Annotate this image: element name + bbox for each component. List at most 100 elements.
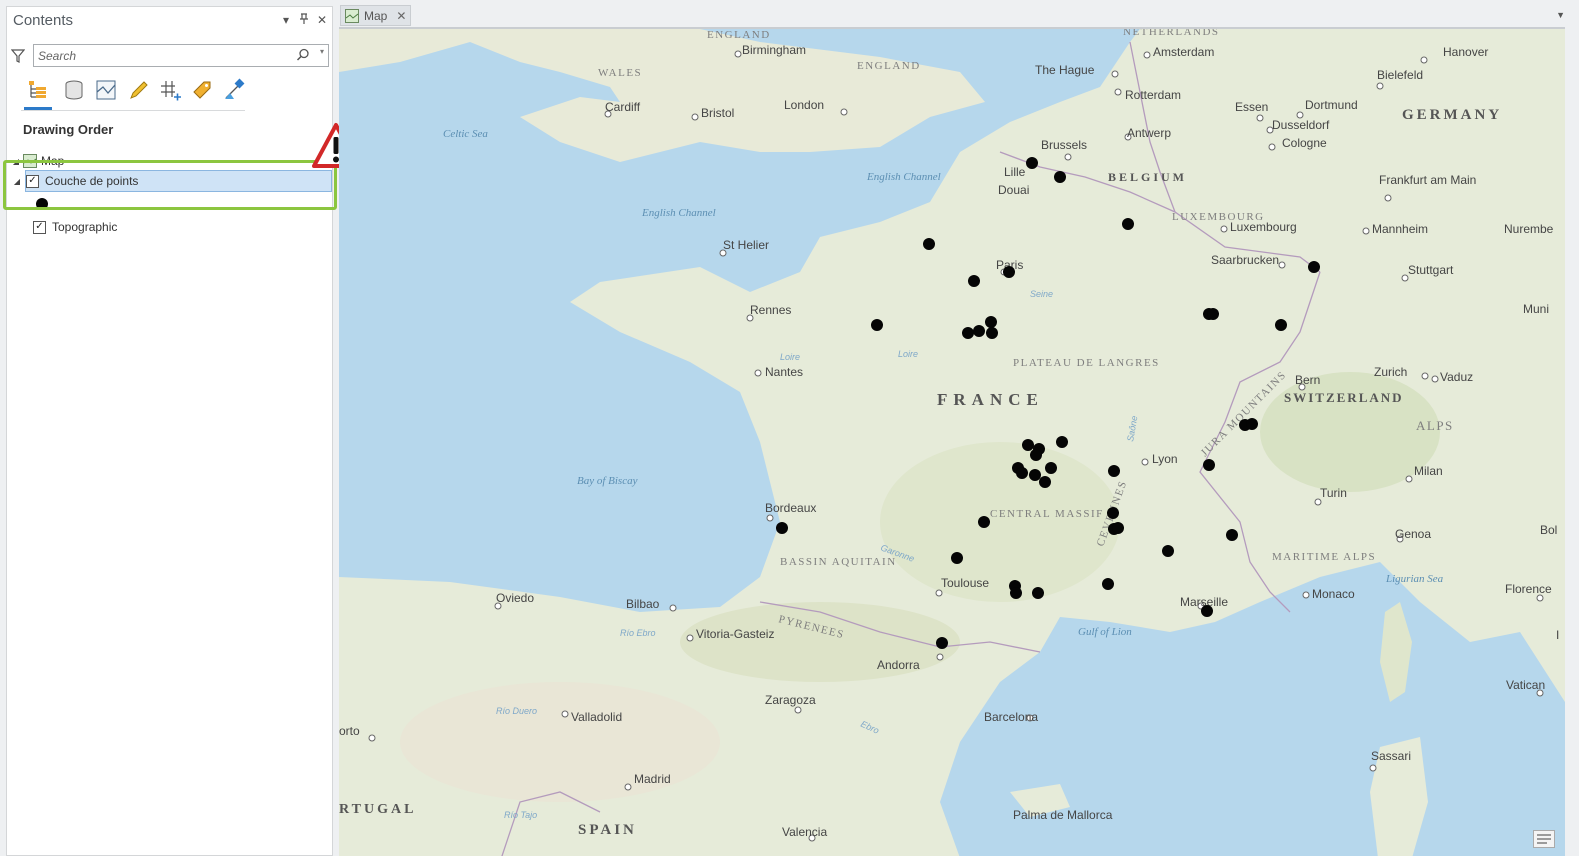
point-feature[interactable] <box>871 319 883 331</box>
map-canvas[interactable]: ENGLAND ENGLAND WALES Birmingham Cardiff… <box>339 27 1565 856</box>
city-marker <box>1256 114 1264 122</box>
point-feature[interactable] <box>1203 459 1215 471</box>
point-feature[interactable] <box>1039 476 1051 488</box>
tree-item-map[interactable]: ◢ Map <box>11 150 64 172</box>
close-tab-icon[interactable]: ✕ <box>396 9 406 23</box>
layer-symbol[interactable] <box>35 193 49 215</box>
point-feature[interactable] <box>968 275 980 287</box>
pin-icon[interactable] <box>298 13 310 28</box>
point-feature[interactable] <box>1112 522 1124 534</box>
map-notifications-icon[interactable] <box>1533 830 1555 848</box>
list-perspective-imagery-icon[interactable] <box>220 77 248 103</box>
collapse-arrow-icon[interactable]: ◢ <box>11 157 21 166</box>
point-feature[interactable] <box>1003 266 1015 278</box>
search-box[interactable]: ▾ <box>33 44 329 67</box>
point-feature[interactable] <box>1016 467 1028 479</box>
map-label: Dortmund <box>1305 98 1358 112</box>
map-label: Dusseldorf <box>1272 118 1330 132</box>
map-label: Palma de Mallorca <box>1013 808 1113 822</box>
pane-title: Contents <box>13 12 74 29</box>
point-feature[interactable] <box>776 522 788 534</box>
tab-overflow-chevron-icon[interactable]: ▼ <box>1556 10 1565 20</box>
search-options-chevron-icon[interactable]: ▾ <box>320 47 324 56</box>
list-by-data-source-icon[interactable] <box>60 77 88 103</box>
list-by-editing-icon[interactable] <box>124 77 152 103</box>
point-feature[interactable] <box>985 316 997 328</box>
city-marker <box>1376 82 1384 90</box>
map-svg[interactable]: ENGLAND ENGLAND WALES Birmingham Cardiff… <box>339 29 1565 856</box>
drawing-order-heading: Drawing Order <box>23 122 114 137</box>
map-label: Vitoria-Gasteiz <box>696 627 774 641</box>
point-feature[interactable] <box>973 325 985 337</box>
close-pane-icon[interactable]: ✕ <box>316 13 328 28</box>
map-label: Lyon <box>1152 452 1178 466</box>
map-label: PLATEAU DE LANGRES <box>1013 357 1160 369</box>
city-marker <box>935 589 943 597</box>
point-feature[interactable] <box>1108 465 1120 477</box>
point-feature[interactable] <box>1102 578 1114 590</box>
map-label: Cardiff <box>605 100 641 114</box>
point-feature[interactable] <box>923 238 935 250</box>
point-feature[interactable] <box>1308 261 1320 273</box>
point-feature[interactable] <box>1026 157 1038 169</box>
map-label: Cologne <box>1282 136 1327 150</box>
map-label: Bilbao <box>626 597 660 611</box>
point-feature[interactable] <box>1045 462 1057 474</box>
point-feature[interactable] <box>951 552 963 564</box>
point-feature[interactable] <box>1122 218 1134 230</box>
map-label: Oviedo <box>496 591 534 605</box>
point-feature[interactable] <box>1226 529 1238 541</box>
map-label: Frankfurt am Main <box>1379 173 1476 187</box>
point-feature[interactable] <box>1030 449 1042 461</box>
search-input[interactable] <box>38 47 288 64</box>
map-label: Milan <box>1414 464 1443 478</box>
point-feature[interactable] <box>978 516 990 528</box>
map-icon <box>23 154 37 168</box>
list-by-drawing-order-icon[interactable] <box>24 77 52 103</box>
map-label: London <box>784 98 824 112</box>
list-by-labeling-icon[interactable] <box>188 77 216 103</box>
filter-icon[interactable] <box>11 49 25 63</box>
map-label: ENGLAND <box>707 29 771 41</box>
map-label: Celtic Sea <box>443 128 488 140</box>
map-label: St Helier <box>723 238 769 252</box>
city-marker <box>624 783 632 791</box>
city-marker <box>734 50 742 58</box>
tree-item-couche-de-points[interactable]: ◢ ✓ Couche de points <box>14 170 332 192</box>
point-feature[interactable] <box>1056 436 1068 448</box>
point-feature[interactable] <box>1022 439 1034 451</box>
map-label: orto <box>339 724 360 738</box>
list-by-snapping-icon[interactable] <box>156 77 184 103</box>
point-feature[interactable] <box>1201 605 1213 617</box>
point-symbol-icon[interactable] <box>35 197 49 211</box>
point-feature[interactable] <box>962 327 974 339</box>
point-feature[interactable] <box>936 637 948 649</box>
tree-item-topographic[interactable]: ✓ Topographic <box>25 216 117 238</box>
point-feature[interactable] <box>1032 587 1044 599</box>
search-icon[interactable] <box>296 48 310 62</box>
point-feature[interactable] <box>1207 308 1219 320</box>
pane-options-icon[interactable]: ▾ <box>280 13 292 28</box>
point-feature[interactable] <box>1029 469 1041 481</box>
list-by-selection-icon[interactable] <box>92 77 120 103</box>
map-label: Monaco <box>1312 587 1355 601</box>
map-label: Loire <box>898 349 918 359</box>
map-label: Rotterdam <box>1125 88 1181 102</box>
point-feature[interactable] <box>986 327 998 339</box>
map-icon <box>345 8 359 23</box>
point-feature[interactable] <box>1010 587 1022 599</box>
point-feature[interactable] <box>1162 545 1174 557</box>
map-label: Genoa <box>1395 527 1431 541</box>
point-feature[interactable] <box>1054 171 1066 183</box>
map-label: Birmingham <box>742 43 806 57</box>
point-feature[interactable] <box>1246 418 1258 430</box>
point-feature[interactable] <box>1107 507 1119 519</box>
map-label: Andorra <box>877 658 920 672</box>
point-feature[interactable] <box>1275 319 1287 331</box>
collapse-arrow-icon[interactable]: ◢ <box>12 177 22 186</box>
map-label: BASSIN AQUITAIN <box>780 556 897 568</box>
tab-map[interactable]: Map ✕ <box>340 5 411 26</box>
layer-visibility-checkbox[interactable]: ✓ <box>26 174 39 188</box>
city-marker <box>1302 591 1310 599</box>
basemap-visibility-checkbox[interactable]: ✓ <box>33 220 46 234</box>
